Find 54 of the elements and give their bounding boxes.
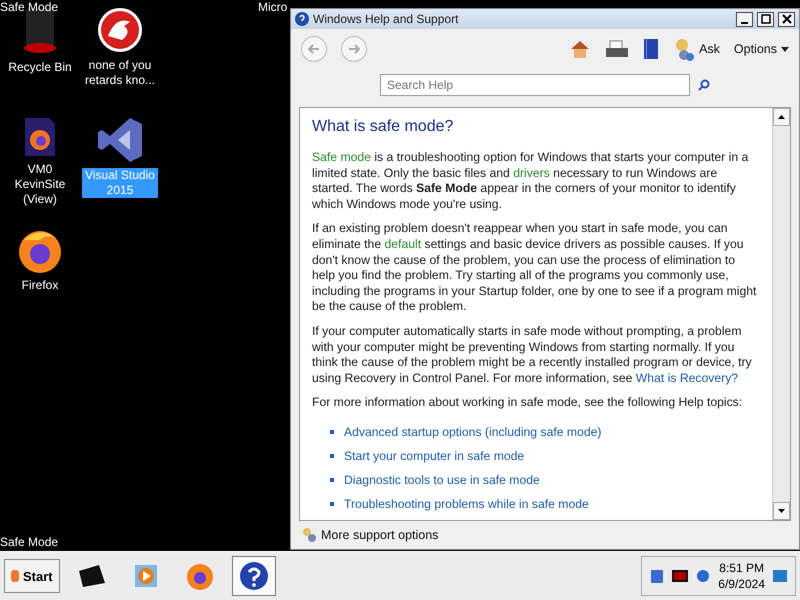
forward-arrow-icon [348, 44, 360, 54]
glossary-link[interactable]: drivers [513, 166, 550, 180]
bullet-icon [330, 430, 334, 434]
help-taskbar-button[interactable] [232, 556, 276, 596]
search-field[interactable]: Search Help [380, 74, 690, 96]
desktop-icon-label[interactable]: Firefox [2, 278, 78, 293]
ask-button[interactable]: Ask [673, 37, 720, 61]
people-icon [301, 527, 317, 543]
desktop-icon-label[interactable]: none of you retards kno... [82, 58, 158, 88]
bullet-icon [330, 478, 334, 482]
topic-link[interactable]: What is Recovery? [636, 370, 738, 385]
options-menu[interactable]: Options [734, 42, 789, 56]
people-icon [673, 37, 696, 61]
document-icon [23, 116, 57, 158]
scroll-down-icon[interactable] [773, 502, 790, 520]
monitor-icon[interactable] [672, 570, 688, 582]
paragraph: If your computer automatically starts in safe mode without prompting, a problem with your computer might be preventing Windows from starting normally. If you think the cause of the problem might be a recently installed program or device, try using Recovery in Control Panel. For more information, see What is Recovery? [312, 324, 753, 386]
caret-icon [781, 46, 789, 52]
house-icon[interactable] [569, 39, 592, 59]
article-heading: What is safe mode? [312, 118, 454, 136]
minimize-icon [741, 22, 748, 24]
desktop-icon-label[interactable]: VM0 KevinSite (View) [2, 162, 78, 207]
window-title: Micro [258, 0, 288, 14]
infinity-logo-icon [96, 116, 144, 164]
topic-link[interactable]: Start your computer in safe mode [344, 448, 524, 463]
clock[interactable]: 8:51 PM 6/9/2024 [718, 560, 765, 592]
scrollbar[interactable] [772, 108, 790, 520]
help-icon [295, 12, 309, 26]
glossary-link[interactable]: default [384, 236, 422, 251]
paragraph: Safe mode is a troubleshooting option for Windows that starts your computer in a limited state. Only the basic files and drivers necessary to run Windows are started. The words Safe Mode appear in the corners of your monitor to identify which Windows mode you're using. [312, 150, 750, 212]
book-icon[interactable] [643, 38, 660, 60]
scroll-up-icon[interactable] [773, 108, 790, 126]
glossary-link[interactable]: Safe mode [312, 150, 371, 164]
paragraph: For more information about working in safe mode, see the following Help topics: [312, 395, 744, 411]
topic-link[interactable]: Advanced startup options (including safe mode) [344, 424, 602, 439]
minimize-button[interactable] [736, 12, 753, 26]
desktop-icon-label[interactable]: Recycle Bin [2, 60, 78, 75]
search-icon[interactable] [698, 79, 710, 91]
start-icon [11, 570, 19, 582]
printer-icon[interactable] [605, 40, 630, 58]
back-arrow-icon [308, 44, 320, 54]
safe-mode-label: Safe Mode [0, 535, 58, 549]
topic-link[interactable]: Diagnostic tools to use in safe mode [344, 472, 540, 487]
safe-mode-label: Safe Mode [0, 0, 58, 14]
maximize-button[interactable] [757, 12, 774, 26]
close-button[interactable] [778, 12, 795, 26]
paragraph: If an existing problem doesn't reappear when you start in safe mode, you can eliminate the default settings and basic device drivers as possible causes. If you don't know the cause of the problem, you can use the process of elimination to help you find the problem. Try starting all of the programs you commonly use, including the programs in your Startup folder, one by one to see if a program might be the cause of the problem. [312, 221, 758, 315]
bullet-icon [330, 454, 334, 458]
start-button[interactable]: Start [4, 559, 60, 593]
bullet-icon [330, 502, 334, 506]
window-title: Windows Help and Support [313, 12, 460, 26]
topic-link[interactable]: Troubleshooting problems while in safe mode [344, 496, 589, 511]
dragon-icon [96, 6, 144, 54]
more-support-link[interactable]: More support options [301, 527, 438, 543]
